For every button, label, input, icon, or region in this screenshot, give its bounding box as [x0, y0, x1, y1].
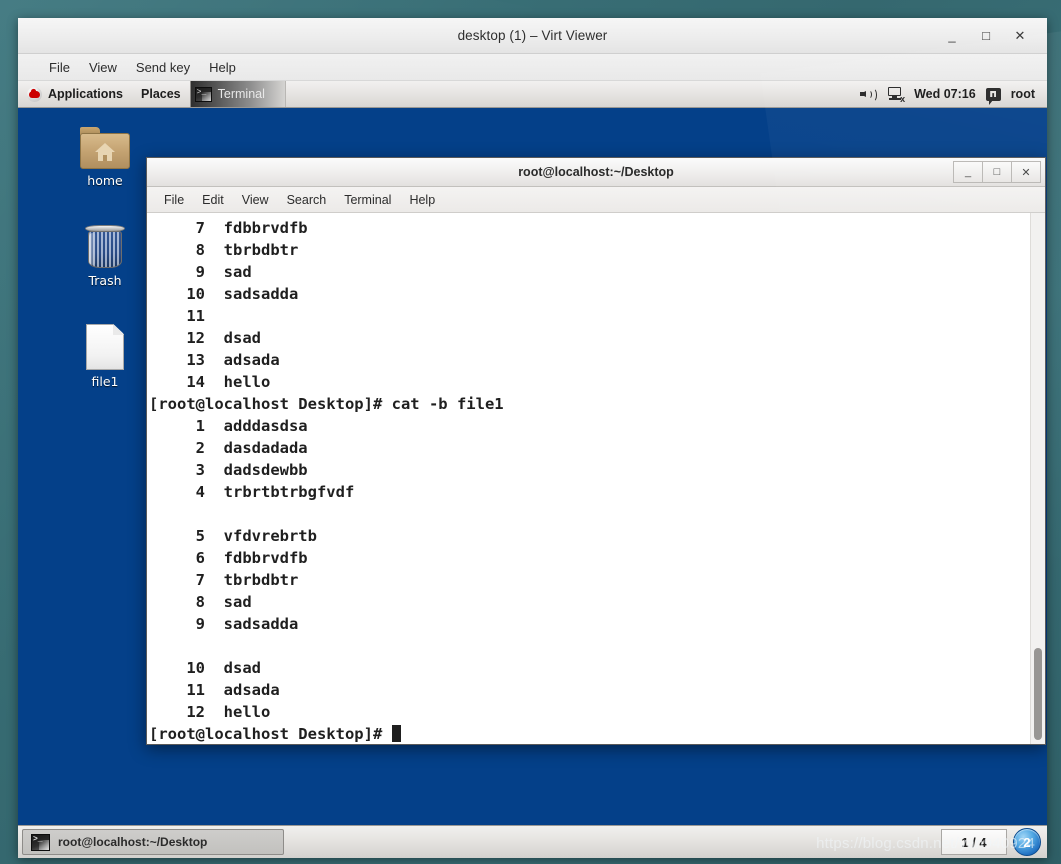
- terminal-output[interactable]: 7 fdbbrvdfb 8 tbrbdbtr 9 sad 10 sadsadda…: [147, 213, 1030, 744]
- desktop-icon-home[interactable]: home: [62, 121, 148, 188]
- terminal-menubar: File Edit View Search Terminal Help: [147, 187, 1045, 213]
- desktop-icon-file1[interactable]: file1: [62, 322, 148, 389]
- desktop-icon-file1-label: file1: [91, 374, 119, 389]
- desktop-icon-trash[interactable]: Trash: [62, 221, 148, 288]
- viewer-menubar: File View Send key Help: [18, 54, 1047, 81]
- terminal-cursor: [391, 725, 401, 742]
- terminal-scrollbar-thumb[interactable]: [1034, 648, 1042, 740]
- terminal-body: 7 fdbbrvdfb 8 tbrbdbtr 9 sad 10 sadsadda…: [147, 213, 1045, 744]
- terminal-menu-edit[interactable]: Edit: [193, 190, 233, 210]
- panel-clock[interactable]: Wed 07:16: [914, 87, 976, 101]
- viewer-menu-file[interactable]: File: [40, 57, 80, 78]
- terminal-maximize-button[interactable]: □: [982, 161, 1011, 183]
- terminal-minimize-button[interactable]: _: [953, 161, 982, 183]
- viewer-maximize-icon[interactable]: □: [979, 29, 993, 42]
- desktop-icon-home-label: home: [87, 173, 123, 188]
- terminal-menu-view[interactable]: View: [233, 190, 278, 210]
- terminal-output-lines: 7 fdbbrvdfb 8 tbrbdbtr 9 sad 10 sadsadda…: [149, 219, 504, 721]
- terminal-scrollbar[interactable]: [1030, 213, 1045, 744]
- redhat-logo-icon: [27, 86, 42, 102]
- places-menu-label: Places: [141, 87, 181, 101]
- guest-screen: Applications Places Terminal x: [18, 81, 1047, 858]
- places-menu[interactable]: Places: [132, 81, 190, 107]
- gnome-top-panel: Applications Places Terminal x: [18, 81, 1047, 108]
- viewer-menu-send-key[interactable]: Send key: [127, 57, 200, 78]
- terminal-menu-file[interactable]: File: [155, 190, 193, 210]
- terminal-window-controls: _ □ ✕: [953, 161, 1041, 183]
- viewer-window-controls: _ □ ✕: [945, 29, 1047, 42]
- home-folder-icon: [62, 121, 148, 169]
- virt-viewer-backdrop: desktop (1) – Virt Viewer _ □ ✕ File Vie…: [0, 0, 1061, 864]
- chat-user-icon[interactable]: [985, 87, 1001, 105]
- terminal-titlebar: root@localhost:~/Desktop _ □ ✕: [147, 158, 1045, 187]
- taskbar-window-terminal[interactable]: root@localhost:~/Desktop: [22, 829, 284, 855]
- gnome-panel-right: x Wed 07:16 root: [860, 81, 1047, 107]
- text-file-icon: [62, 322, 148, 370]
- terminal-icon: [31, 833, 50, 851]
- gnome-panel-left: Applications Places Terminal: [18, 81, 286, 107]
- terminal-menu-help[interactable]: Help: [400, 190, 444, 210]
- viewer-menu-help[interactable]: Help: [200, 57, 246, 78]
- viewer-close-icon[interactable]: ✕: [1013, 29, 1027, 42]
- taskbar-right: 1 / 4 2: [941, 826, 1045, 858]
- terminal-menu-terminal[interactable]: Terminal: [335, 190, 400, 210]
- taskbar-window-label: root@localhost:~/Desktop: [58, 835, 208, 849]
- applications-menu[interactable]: Applications: [18, 81, 132, 107]
- terminal-menu-search[interactable]: Search: [278, 190, 336, 210]
- applications-menu-label: Applications: [48, 87, 124, 101]
- trash-icon: [62, 221, 148, 269]
- terminal-window: root@localhost:~/Desktop _ □ ✕ File Edit…: [146, 157, 1046, 745]
- desktop-icon-trash-label: Trash: [88, 273, 122, 288]
- notification-badge[interactable]: 2: [1013, 828, 1041, 856]
- volume-icon[interactable]: [860, 87, 877, 102]
- terminal-title: root@localhost:~/Desktop: [518, 165, 674, 179]
- virt-viewer-window: desktop (1) – Virt Viewer _ □ ✕ File Vie…: [18, 18, 1047, 858]
- panel-window-button-label: Terminal: [217, 87, 265, 101]
- terminal-close-button[interactable]: ✕: [1011, 161, 1041, 183]
- network-disconnected-icon[interactable]: x: [887, 86, 905, 103]
- viewer-titlebar: desktop (1) – Virt Viewer _ □ ✕: [18, 18, 1047, 54]
- viewer-title: desktop (1) – Virt Viewer: [457, 28, 608, 43]
- viewer-minimize-icon[interactable]: _: [945, 29, 959, 42]
- gnome-bottom-panel: root@localhost:~/Desktop 1 / 4 2: [18, 825, 1047, 858]
- viewer-menu-view[interactable]: View: [80, 57, 127, 78]
- panel-user-menu[interactable]: root: [1011, 87, 1035, 101]
- terminal-prompt: [root@localhost Desktop]#: [149, 725, 392, 743]
- panel-window-button-terminal[interactable]: Terminal: [189, 81, 286, 107]
- terminal-icon: [194, 86, 212, 102]
- workspace-switcher[interactable]: 1 / 4: [941, 829, 1007, 855]
